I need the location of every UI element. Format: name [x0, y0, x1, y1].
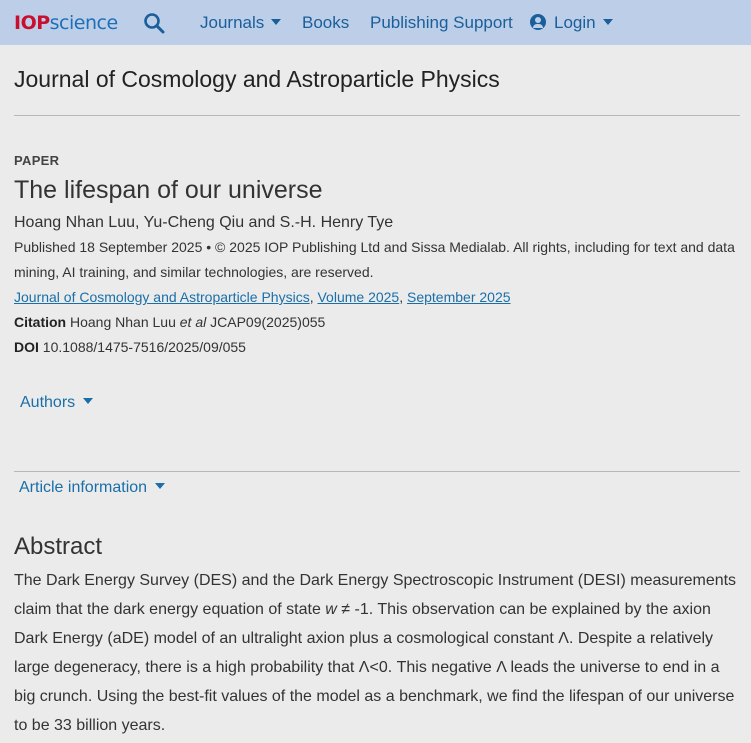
article-information-label: Article information — [19, 479, 148, 496]
chevron-down-icon — [155, 483, 166, 489]
nav-publishing-support[interactable]: Publishing Support — [370, 13, 513, 33]
publication-info: Published 18 September 2025 • © 2025 IOP… — [14, 239, 735, 280]
logo-prefix: IOP — [14, 12, 50, 34]
breadcrumb-journal-link[interactable]: Journal of Cosmology and Astroparticle P… — [14, 289, 310, 305]
nav-login[interactable]: Login — [530, 13, 613, 33]
citation-label: Citation — [14, 314, 67, 330]
abstract-heading: Abstract — [14, 533, 103, 560]
divider — [14, 471, 740, 472]
journal-title[interactable]: Journal of Cosmology and Astroparticle P… — [14, 64, 500, 94]
nav-books-label: Books — [302, 13, 350, 32]
article-authors: Hoang Nhan Luu, Yu-Cheng Qiu and S.-H. H… — [14, 214, 394, 231]
breadcrumb-issue-link[interactable]: September 2025 — [407, 289, 511, 305]
doi-value[interactable]: 10.1088/1475-7516/2025/09/055 — [43, 339, 246, 355]
breadcrumb-separator: , — [399, 289, 407, 305]
nav-journals-label: Journals — [200, 13, 265, 32]
nav-login-label: Login — [554, 13, 596, 32]
chevron-down-icon — [602, 19, 613, 25]
abstract-variable-w: w — [325, 601, 337, 618]
authors-toggle[interactable]: Authors — [20, 393, 94, 413]
citation-etal: et al — [179, 314, 207, 330]
article-title: The lifespan of our universe — [14, 176, 323, 204]
breadcrumb-volume-link[interactable]: Volume 2025 — [317, 289, 399, 305]
article-type: PAPER — [14, 153, 60, 168]
chevron-down-icon — [271, 19, 282, 25]
doi-row: DOI 10.1088/1475-7516/2025/09/055 — [14, 338, 246, 356]
nav-books[interactable]: Books — [302, 13, 349, 33]
citation-reference: JCAP09(2025)055 — [210, 314, 326, 330]
user-icon — [530, 14, 546, 30]
top-navigation-bar: IOPscience Journals Books Publishing Sup… — [0, 0, 751, 45]
abstract-text: The Dark Energy Survey (DES) and the Dar… — [14, 566, 740, 740]
citation-authors: Hoang Nhan Luu — [70, 314, 176, 330]
logo-suffix: science — [49, 12, 119, 34]
article-information-toggle[interactable]: Article information — [19, 478, 166, 498]
divider — [14, 115, 740, 116]
nav-journals[interactable]: Journals — [200, 13, 282, 33]
chevron-down-icon — [83, 398, 94, 404]
breadcrumb: Journal of Cosmology and Astroparticle P… — [14, 288, 511, 306]
nav-publishing-support-label: Publishing Support — [370, 13, 513, 32]
doi-label: DOI — [14, 339, 39, 355]
authors-toggle-label: Authors — [20, 394, 76, 411]
citation-row: Citation Hoang Nhan Luu et al JCAP09(202… — [14, 313, 325, 331]
iopscience-logo[interactable]: IOPscience — [14, 11, 118, 35]
search-icon[interactable] — [143, 12, 165, 34]
abstract-text-part2: ≠ -1. This observation can be explained … — [14, 601, 735, 734]
